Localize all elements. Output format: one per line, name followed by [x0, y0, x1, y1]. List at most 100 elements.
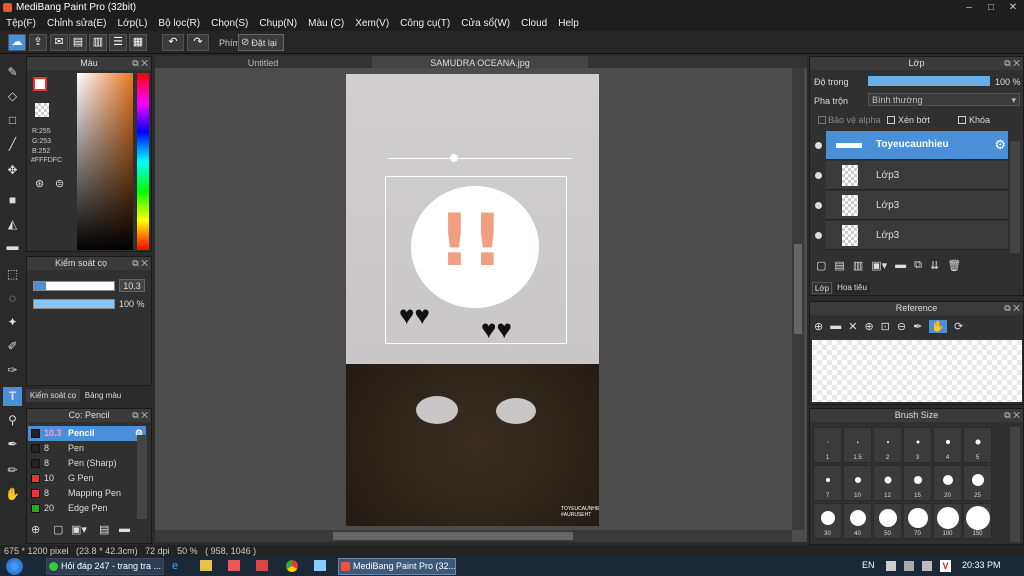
move-tool-icon[interactable]: ✥: [3, 161, 22, 180]
brush-size-cell[interactable]: 7: [813, 465, 842, 501]
lock-checkbox[interactable]: [958, 116, 966, 124]
rect-tool-icon[interactable]: □: [3, 111, 22, 130]
menu-view[interactable]: Xem(V): [351, 18, 393, 29]
brush-size-cell[interactable]: 50: [873, 503, 902, 539]
tray-icon[interactable]: [886, 561, 896, 571]
clip-checkbox[interactable]: [887, 116, 895, 124]
image-canvas[interactable]: !! ♥♥ ♥♥ TOYEUCAUNHIEU #AURUSEHT: [346, 74, 599, 526]
fill-rect-tool-icon[interactable]: ■: [3, 191, 22, 210]
menu-snap[interactable]: Chụp(N): [255, 18, 301, 29]
reset-button[interactable]: ⊘ Đặt lại: [238, 34, 284, 51]
hand-tool-icon[interactable]: ✋: [3, 485, 22, 504]
taskbar-item-browser[interactable]: Hỏi đáp 247 - trang tra ...: [46, 558, 164, 575]
minimize-button[interactable]: –: [958, 0, 980, 15]
brush-list-scrollbar[interactable]: [137, 435, 147, 519]
zoom-in-icon[interactable]: ⊕: [864, 320, 873, 333]
maximize-button[interactable]: □: [980, 0, 1002, 15]
brush-item[interactable]: 8 Mapping Pen: [28, 486, 146, 501]
gear-icon[interactable]: ⚙: [994, 137, 1006, 153]
brush-item[interactable]: 20 Edge Pen: [28, 501, 146, 516]
merge-layer-icon[interactable]: ⇊: [930, 259, 939, 272]
menu-edit[interactable]: Chỉnh sửa(E): [43, 18, 111, 29]
canvas-area[interactable]: !! ♥♥ ♥♥ TOYEUCAUNHIEU #AURUSEHT: [155, 68, 807, 542]
layer-scrollbar[interactable]: [1010, 141, 1020, 253]
language-indicator[interactable]: EN: [862, 560, 875, 570]
zoom-out-icon[interactable]: ⊖: [897, 320, 906, 333]
brush-size-cell[interactable]: 20: [933, 465, 962, 501]
brush-menu-icon[interactable]: ▣▾: [71, 523, 87, 536]
undo-icon[interactable]: ↶: [162, 34, 184, 51]
tab-layer[interactable]: Lớp: [812, 282, 832, 294]
folder-icon[interactable]: ▬: [895, 259, 906, 272]
lasso-tool-icon[interactable]: ◌: [3, 289, 22, 308]
brush-size-cell[interactable]: 15: [903, 465, 932, 501]
app-icon[interactable]: [256, 560, 268, 571]
brush-size-cell[interactable]: 2: [873, 427, 902, 463]
eye-icon[interactable]: [815, 232, 822, 239]
close-icon[interactable]: ⧉ ✕: [132, 57, 148, 70]
select-pen-icon[interactable]: ✐: [3, 337, 22, 356]
select-eraser-icon[interactable]: ✑: [3, 361, 22, 380]
gradient-tool-icon[interactable]: ▬: [3, 237, 22, 256]
cloud-icon[interactable]: ☁: [8, 34, 26, 51]
menu-window[interactable]: Cửa sổ(W): [457, 18, 514, 29]
close-reference-icon[interactable]: ✕: [848, 320, 857, 333]
media-icon[interactable]: [228, 560, 240, 571]
chat-icon[interactable]: ✉: [50, 34, 68, 51]
new-brush-icon[interactable]: ▢: [53, 523, 63, 536]
protect-alpha-checkbox[interactable]: [818, 116, 826, 124]
brush-size-cell[interactable]: 1: [813, 427, 842, 463]
share-icon[interactable]: ⇪: [29, 34, 47, 51]
brush-size-cell[interactable]: 25: [963, 465, 992, 501]
taskbar-item-medibang[interactable]: MediBang Paint Pro (32...: [338, 558, 456, 575]
eye-icon[interactable]: [815, 202, 822, 209]
rotate-icon[interactable]: ⟳: [954, 320, 963, 333]
layer-menu-icon[interactable]: ▣▾: [871, 259, 887, 272]
tab-brush-control[interactable]: Kiểm soát cọ: [26, 389, 80, 402]
app-icon[interactable]: [314, 560, 326, 571]
open-reference-icon[interactable]: ▬: [830, 320, 841, 333]
close-icon[interactable]: ⧉ ✕: [1004, 57, 1020, 70]
layer-row[interactable]: Lớp3: [826, 161, 1008, 190]
new-halftone-layer-icon[interactable]: ▤: [834, 259, 844, 272]
reference-view[interactable]: [812, 340, 1022, 402]
brush-size-slider[interactable]: [33, 281, 115, 291]
brush-size-cell[interactable]: 10: [843, 465, 872, 501]
comment-icon[interactable]: ▤: [69, 34, 87, 51]
close-button[interactable]: ✕: [1002, 0, 1024, 15]
brush-size-cell[interactable]: 30: [813, 503, 842, 539]
brush-item[interactable]: 8 Pen (Sharp): [28, 456, 146, 471]
close-icon[interactable]: ⧉ ✕: [132, 257, 148, 270]
brush-item[interactable]: 8 Pen: [28, 441, 146, 456]
add-reference-icon[interactable]: ⊕: [814, 320, 823, 333]
palette-icon[interactable]: ⊛: [35, 177, 44, 190]
add-brush-icon[interactable]: ⊕: [31, 523, 40, 536]
ie-icon[interactable]: e: [172, 560, 178, 572]
grid-icon[interactable]: ▦: [129, 34, 147, 51]
menu-tools[interactable]: Công cụ(T): [396, 18, 454, 29]
pen-tool-icon[interactable]: ✏: [3, 461, 22, 480]
folder-icon[interactable]: ▬: [119, 523, 130, 535]
layer-row[interactable]: Lớp3: [826, 221, 1008, 250]
list-icon[interactable]: ☰: [109, 34, 127, 51]
chrome-icon[interactable]: [286, 560, 298, 572]
close-icon[interactable]: ⧉ ✕: [1004, 409, 1020, 422]
brush-tool-icon[interactable]: ✎: [3, 63, 22, 82]
page-icon[interactable]: ▥: [89, 34, 107, 51]
duplicate-layer-icon[interactable]: ⧉: [914, 259, 922, 272]
layer-opacity-slider[interactable]: [868, 76, 990, 86]
brush-opacity-slider[interactable]: [33, 299, 115, 309]
delete-layer-icon[interactable]: 🗑: [947, 259, 961, 272]
new-layer-icon[interactable]: ▢: [816, 259, 826, 272]
fit-icon[interactable]: ⊡: [881, 320, 890, 333]
eye-icon[interactable]: [815, 172, 822, 179]
select-tool-icon[interactable]: ⬚: [3, 265, 22, 284]
brush-copy-icon[interactable]: ▤: [99, 523, 109, 536]
network-icon[interactable]: [904, 561, 914, 571]
tab-navigator[interactable]: Hoa tiêu: [834, 282, 870, 294]
brush-item[interactable]: 10 G Pen: [28, 471, 146, 486]
palette-edit-icon[interactable]: ⊜: [55, 177, 64, 190]
eyedropper-icon[interactable]: ✒: [3, 435, 22, 454]
saturation-value-picker[interactable]: [77, 73, 133, 250]
bucket-tool-icon[interactable]: ◭: [3, 215, 22, 234]
